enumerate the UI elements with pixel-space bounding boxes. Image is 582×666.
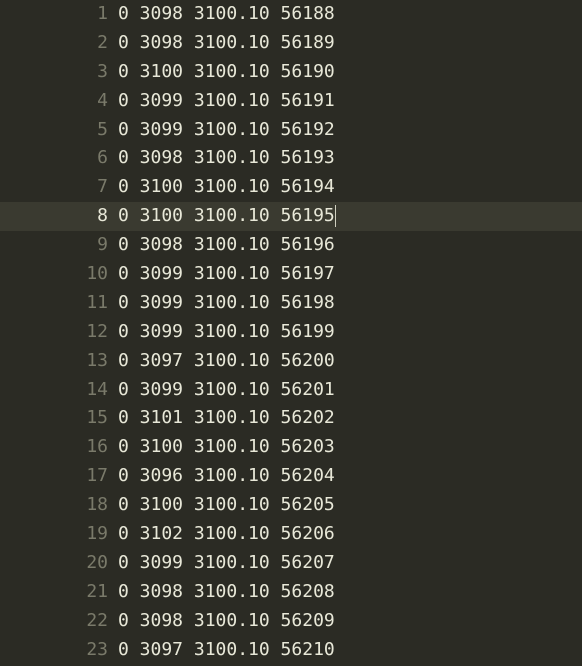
line-number: 9 <box>0 231 118 260</box>
editor-line[interactable]: 150 3101 3100.10 56202 <box>0 404 582 433</box>
line-content[interactable]: 0 3097 3100.10 56210 <box>118 636 335 665</box>
line-number: 5 <box>0 116 118 145</box>
editor-line[interactable]: 100 3099 3100.10 56197 <box>0 260 582 289</box>
text-cursor <box>335 205 337 227</box>
line-number: 13 <box>0 347 118 376</box>
line-content[interactable]: 0 3099 3100.10 56199 <box>118 318 335 347</box>
editor-line[interactable]: 190 3102 3100.10 56206 <box>0 520 582 549</box>
line-number: 15 <box>0 404 118 433</box>
editor-line[interactable]: 110 3099 3100.10 56198 <box>0 289 582 318</box>
editor-line[interactable]: 50 3099 3100.10 56192 <box>0 116 582 145</box>
editor-line[interactable]: 40 3099 3100.10 56191 <box>0 87 582 116</box>
line-content[interactable]: 0 3098 3100.10 56208 <box>118 578 335 607</box>
editor-line[interactable]: 170 3096 3100.10 56204 <box>0 462 582 491</box>
editor-line[interactable]: 20 3098 3100.10 56189 <box>0 29 582 58</box>
line-content[interactable]: 0 3099 3100.10 56201 <box>118 376 335 405</box>
line-number: 3 <box>0 58 118 87</box>
editor-line[interactable]: 10 3098 3100.10 56188 <box>0 0 582 29</box>
line-number: 10 <box>0 260 118 289</box>
line-content[interactable]: 0 3099 3100.10 56191 <box>118 87 335 116</box>
line-content[interactable]: 0 3101 3100.10 56202 <box>118 404 335 433</box>
line-number: 11 <box>0 289 118 318</box>
line-number: 12 <box>0 318 118 347</box>
editor-line[interactable]: 70 3100 3100.10 56194 <box>0 173 582 202</box>
line-content[interactable]: 0 3096 3100.10 56204 <box>118 462 335 491</box>
editor-line[interactable]: 80 3100 3100.10 56195 <box>0 202 582 231</box>
editor-line[interactable]: 230 3097 3100.10 56210 <box>0 636 582 665</box>
editor-line[interactable]: 200 3099 3100.10 56207 <box>0 549 582 578</box>
editor-line[interactable]: 120 3099 3100.10 56199 <box>0 318 582 347</box>
line-content[interactable]: 0 3098 3100.10 56196 <box>118 231 335 260</box>
editor-line[interactable]: 90 3098 3100.10 56196 <box>0 231 582 260</box>
line-content[interactable]: 0 3098 3100.10 56193 <box>118 144 335 173</box>
line-content[interactable]: 0 3100 3100.10 56205 <box>118 491 335 520</box>
line-number: 21 <box>0 578 118 607</box>
line-number: 2 <box>0 29 118 58</box>
line-content[interactable]: 0 3102 3100.10 56206 <box>118 520 335 549</box>
editor-line[interactable]: 130 3097 3100.10 56200 <box>0 347 582 376</box>
line-content[interactable]: 0 3100 3100.10 56195 <box>118 202 335 231</box>
line-content[interactable]: 0 3100 3100.10 56194 <box>118 173 335 202</box>
line-content[interactable]: 0 3099 3100.10 56198 <box>118 289 335 318</box>
line-number: 14 <box>0 376 118 405</box>
line-content[interactable]: 0 3100 3100.10 56190 <box>118 58 335 87</box>
line-number: 1 <box>0 0 118 29</box>
line-content[interactable]: 0 3099 3100.10 56207 <box>118 549 335 578</box>
line-content[interactable]: 0 3100 3100.10 56203 <box>118 433 335 462</box>
line-number: 8 <box>0 202 118 231</box>
line-content[interactable]: 0 3098 3100.10 56209 <box>118 607 335 636</box>
line-number: 16 <box>0 433 118 462</box>
text-editor[interactable]: 10 3098 3100.10 5618820 3098 3100.10 561… <box>0 0 582 666</box>
editor-line[interactable]: 140 3099 3100.10 56201 <box>0 376 582 405</box>
line-number: 23 <box>0 636 118 665</box>
editor-line[interactable]: 210 3098 3100.10 56208 <box>0 578 582 607</box>
line-content[interactable]: 0 3098 3100.10 56188 <box>118 0 335 29</box>
editor-line[interactable]: 60 3098 3100.10 56193 <box>0 144 582 173</box>
line-number: 19 <box>0 520 118 549</box>
line-content[interactable]: 0 3097 3100.10 56200 <box>118 347 335 376</box>
line-content[interactable]: 0 3098 3100.10 56189 <box>118 29 335 58</box>
editor-line[interactable]: 180 3100 3100.10 56205 <box>0 491 582 520</box>
editor-line[interactable]: 30 3100 3100.10 56190 <box>0 58 582 87</box>
line-number: 7 <box>0 173 118 202</box>
line-number: 20 <box>0 549 118 578</box>
line-number: 4 <box>0 87 118 116</box>
line-number: 18 <box>0 491 118 520</box>
editor-line[interactable]: 220 3098 3100.10 56209 <box>0 607 582 636</box>
line-number: 22 <box>0 607 118 636</box>
line-number: 6 <box>0 144 118 173</box>
line-content[interactable]: 0 3099 3100.10 56192 <box>118 116 335 145</box>
editor-line[interactable]: 160 3100 3100.10 56203 <box>0 433 582 462</box>
line-number: 17 <box>0 462 118 491</box>
line-content[interactable]: 0 3099 3100.10 56197 <box>118 260 335 289</box>
